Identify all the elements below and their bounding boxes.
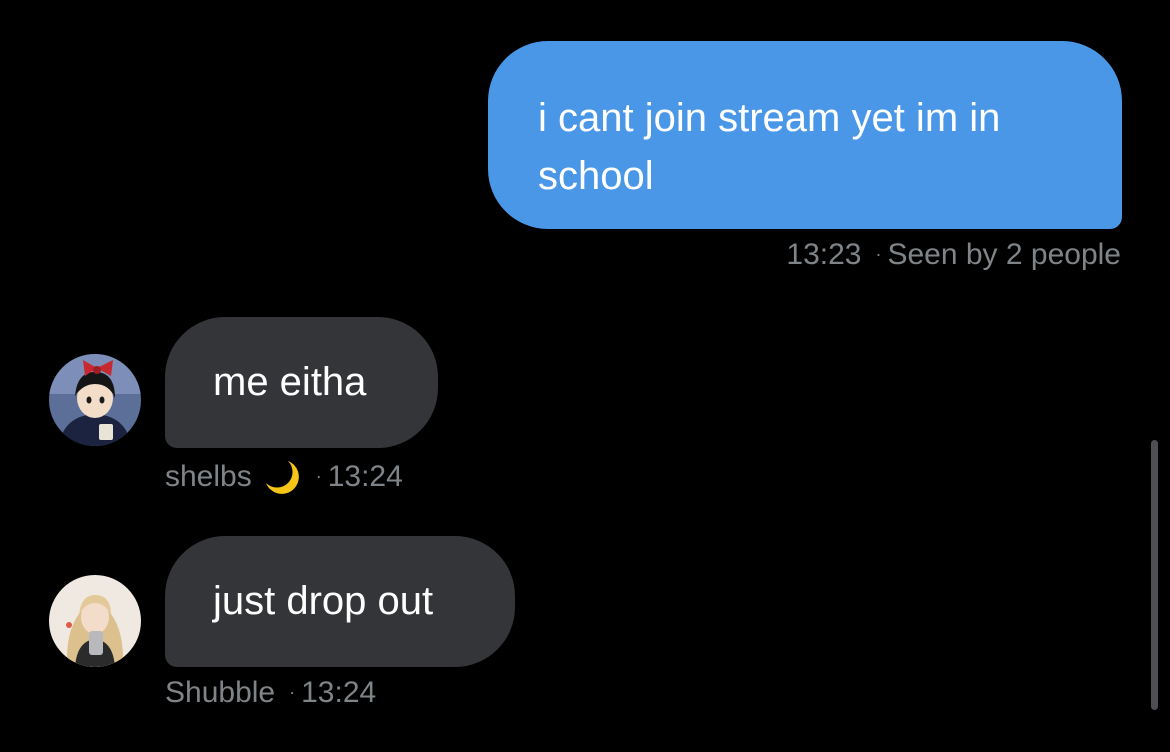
incoming-message-meta: Shubble · 13:24	[165, 676, 376, 710]
incoming-message-text: me eitha	[213, 360, 367, 404]
avatar-shubble-image	[49, 575, 141, 667]
seen-status[interactable]: Seen by 2 people	[887, 238, 1121, 272]
crescent-moon-icon	[262, 457, 302, 497]
meta-separator: ·	[289, 681, 296, 702]
outgoing-message-bubble[interactable]: i cant join stream yet im in school	[488, 41, 1122, 229]
avatar-shubble[interactable]	[49, 575, 141, 667]
incoming-message-time: 13:24	[327, 460, 403, 493]
scrollbar-thumb[interactable]	[1151, 440, 1158, 710]
avatar-shelbs[interactable]	[49, 354, 141, 446]
sender-name[interactable]: Shubble	[165, 676, 275, 710]
incoming-message-bubble[interactable]: me eitha	[165, 317, 438, 448]
meta-separator: ·	[315, 465, 322, 486]
outgoing-message-meta: 13:23 · Seen by 2 people	[786, 238, 1121, 272]
incoming-message-time: 13:24	[301, 676, 377, 709]
outgoing-message-text: i cant join stream yet im in school	[538, 96, 1001, 198]
incoming-message-bubble[interactable]: just drop out	[165, 536, 515, 667]
incoming-message-meta: shelbs · 13:24	[165, 457, 403, 497]
outgoing-message-time: 13:23	[786, 238, 862, 271]
meta-separator: ·	[875, 243, 882, 264]
incoming-message-text: just drop out	[213, 579, 434, 623]
avatar-shelbs-image	[49, 354, 141, 446]
sender-name[interactable]: shelbs	[165, 460, 252, 494]
